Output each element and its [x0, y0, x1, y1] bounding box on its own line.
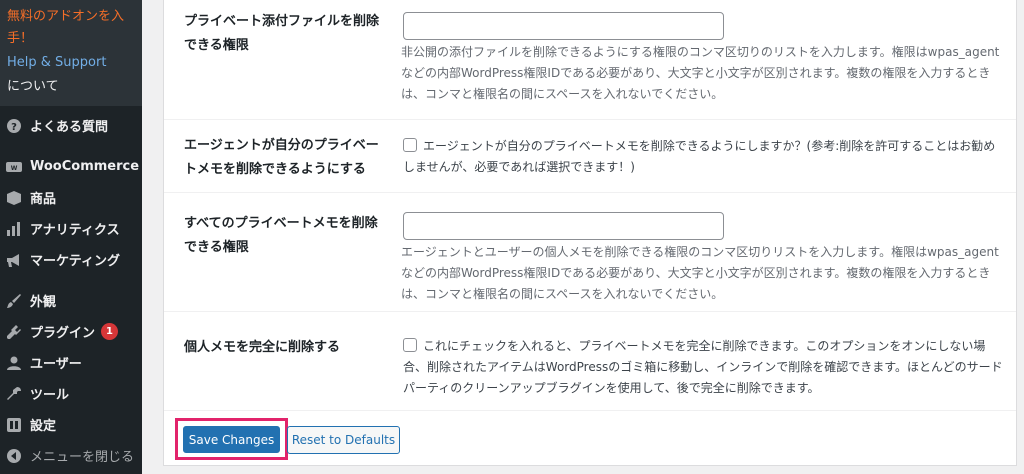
update-count-badge: 1	[101, 323, 119, 340]
sidebar-item-label: メニューを閉じる	[30, 450, 135, 465]
collapse-arrow-icon	[4, 446, 24, 466]
setting-label: 個人メモを完全に削除する	[184, 340, 341, 355]
sidebar-item-appearance[interactable]: 外観	[0, 285, 142, 316]
sidebar-item-label: アナリティクス	[30, 223, 120, 238]
sidebar-item-label: よくある質問	[30, 120, 109, 135]
sidebar-item-label: 設定	[30, 419, 57, 434]
submenu-item-help-support[interactable]: Help & Support	[0, 52, 142, 74]
checkbox-label: エージェントが自分のプライベートメモを削除できるようにしますか？(参考:削除を許…	[403, 139, 996, 174]
reset-to-defaults-button[interactable]: Reset to Defaults	[287, 426, 400, 454]
paintbrush-icon	[4, 291, 24, 311]
sidebar-item-label: ユーザー	[30, 357, 82, 372]
submenu-item-free-addons[interactable]: 無料のアドオンを入手！	[0, 6, 142, 50]
question-circle-icon: ?	[4, 116, 24, 136]
sidebar-item-analytics[interactable]: アナリティクス	[0, 213, 142, 244]
sidebar-item-label: ツール	[30, 388, 70, 403]
sidebar-item-faq[interactable]: ? よくある質問	[0, 110, 142, 141]
setting-label: エージェントが自分のプライベートメモを削除できるようにする	[184, 138, 379, 177]
wrench-icon	[4, 384, 24, 404]
svg-text:W: W	[11, 165, 18, 172]
submenu-item-about[interactable]: について	[0, 76, 142, 98]
sidebar-item-label: プラグイン	[30, 326, 96, 341]
sidebar-item-label: マーケティング	[30, 254, 120, 269]
admin-sidebar: 無料のアドオンを入手！ Help & Support について ? よくある質問…	[0, 0, 142, 474]
setting-row-delete-all-notes-caps: すべてのプライベートメモを削除できる権限 エージェントとユーザーの個人メモを削除…	[164, 192, 1016, 312]
private-attachment-caps-input[interactable]	[403, 12, 724, 40]
setting-description: エージェントとユーザーの個人メモを削除できる権限のコンマ区切りリストを入力します…	[401, 245, 999, 301]
sidebar-item-users[interactable]: ユーザー	[0, 347, 142, 378]
agent-delete-own-notes-checkbox[interactable]	[403, 138, 417, 152]
sidebar-item-settings[interactable]: 設定	[0, 409, 142, 440]
settings-icon	[4, 415, 24, 435]
sidebar-item-label: WooCommerce	[30, 159, 140, 174]
sidebar-item-label: 商品	[30, 192, 57, 207]
megaphone-icon	[4, 250, 24, 270]
sidebar-item-products[interactable]: 商品	[0, 182, 142, 213]
checkbox-field: これにチェックを入れると、プライベートメモを完全に削除できます。このオプションを…	[403, 336, 1003, 399]
settings-form-card: プライベート添付ファイルを削除できる権限 非公開の添付ファイルを削除できるように…	[163, 0, 1017, 466]
save-changes-button[interactable]: Save Changes	[183, 426, 280, 453]
checkbox-field: エージェントが自分のプライベートメモを削除できるようにしますか？(参考:削除を許…	[403, 136, 1003, 178]
setting-label: プライベート添付ファイルを削除できる権限	[184, 14, 380, 53]
collapse-menu-button[interactable]: メニューを閉じる	[0, 440, 142, 471]
save-button-highlight: Save Changes	[175, 418, 288, 460]
setting-label: すべてのプライベートメモを削除できる権限	[184, 216, 378, 255]
sidebar-item-plugins[interactable]: プラグイン 1	[0, 316, 142, 347]
setting-description: 非公開の添付ファイルを削除できるようにする権限のコンマ区切りのリストを入力します…	[401, 45, 1000, 101]
user-icon	[4, 353, 24, 373]
sidebar-item-label: 外観	[30, 295, 57, 310]
admin-menu: ? よくある質問 W WooCommerce 商品 アナリティクス マーケティン…	[0, 106, 142, 471]
delete-all-notes-caps-input[interactable]	[403, 212, 724, 240]
sidebar-item-marketing[interactable]: マーケティング	[0, 244, 142, 275]
plugin-submenu: 無料のアドオンを入手！ Help & Support について	[0, 0, 142, 106]
setting-row-private-attachment-delete-caps: プライベート添付ファイルを削除できる権限 非公開の添付ファイルを削除できるように…	[164, 0, 1016, 120]
svg-text:?: ?	[11, 122, 17, 133]
setting-row-agent-delete-own-notes: エージェントが自分のプライベートメモを削除できるようにする エージェントが自分の…	[164, 119, 1016, 193]
sidebar-item-tools[interactable]: ツール	[0, 378, 142, 409]
bar-chart-icon	[4, 219, 24, 239]
plugin-icon	[4, 322, 24, 342]
permanent-delete-notes-checkbox[interactable]	[403, 338, 417, 352]
woocommerce-icon: W	[4, 157, 24, 177]
settings-content: プライベート添付ファイルを削除できる権限 非公開の添付ファイルを削除できるように…	[163, 0, 1017, 474]
archive-box-icon	[4, 188, 24, 208]
setting-row-permanent-delete-notes: 個人メモを完全に削除する これにチェックを入れると、プライベートメモを完全に削除…	[164, 311, 1016, 411]
checkbox-label: これにチェックを入れると、プライベートメモを完全に削除できます。このオプションを…	[403, 339, 1003, 395]
sidebar-item-woocommerce[interactable]: W WooCommerce	[0, 151, 142, 182]
